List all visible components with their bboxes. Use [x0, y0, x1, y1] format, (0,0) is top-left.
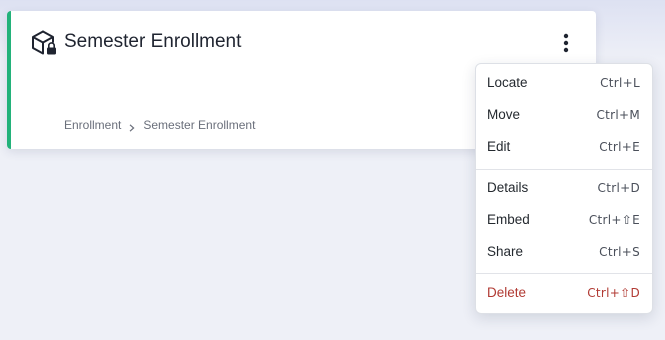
- menu-item-shortcut: Ctrl+⇧D: [587, 286, 640, 300]
- menu-item-shortcut: Ctrl+L: [600, 76, 640, 90]
- breadcrumb-item-current: Semester Enrollment: [143, 118, 256, 132]
- menu-item-label: Delete: [487, 285, 527, 300]
- menu-item-shortcut: Ctrl+M: [596, 108, 640, 122]
- locked-package-icon: [31, 29, 59, 57]
- menu-divider: [476, 169, 652, 170]
- menu-item-delete[interactable]: Delete Ctrl+⇧D: [476, 279, 652, 309]
- menu-item-shortcut: Ctrl+E: [599, 140, 640, 154]
- menu-item-label: Details: [487, 180, 529, 195]
- menu-item-shortcut: Ctrl+S: [599, 245, 640, 259]
- breadcrumb: Enrollment Semester Enrollment: [64, 118, 255, 132]
- menu-item-label: Share: [487, 244, 524, 259]
- menu-item-shortcut: Ctrl+⇧E: [588, 213, 640, 227]
- context-menu: Locate Ctrl+L Move Ctrl+M Edit Ctrl+E De…: [475, 63, 653, 314]
- breadcrumb-item-enrollment[interactable]: Enrollment: [64, 118, 121, 132]
- menu-divider: [476, 273, 652, 274]
- menu-item-label: Locate: [487, 75, 528, 90]
- more-options-icon[interactable]: [553, 31, 579, 57]
- card-title: Semester Enrollment: [64, 31, 242, 52]
- menu-item-locate[interactable]: Locate Ctrl+L: [476, 69, 652, 99]
- menu-item-label: Embed: [487, 212, 530, 227]
- menu-item-move[interactable]: Move Ctrl+M: [476, 101, 652, 131]
- menu-item-embed[interactable]: Embed Ctrl+⇧E: [476, 206, 652, 236]
- menu-item-label: Move: [487, 107, 521, 122]
- menu-item-shortcut: Ctrl+D: [597, 181, 640, 195]
- menu-item-share[interactable]: Share Ctrl+S: [476, 238, 652, 268]
- menu-item-details[interactable]: Details Ctrl+D: [476, 174, 652, 204]
- menu-item-label: Edit: [487, 139, 511, 154]
- chevron-right-icon: [129, 121, 135, 132]
- menu-item-edit[interactable]: Edit Ctrl+E: [476, 133, 652, 163]
